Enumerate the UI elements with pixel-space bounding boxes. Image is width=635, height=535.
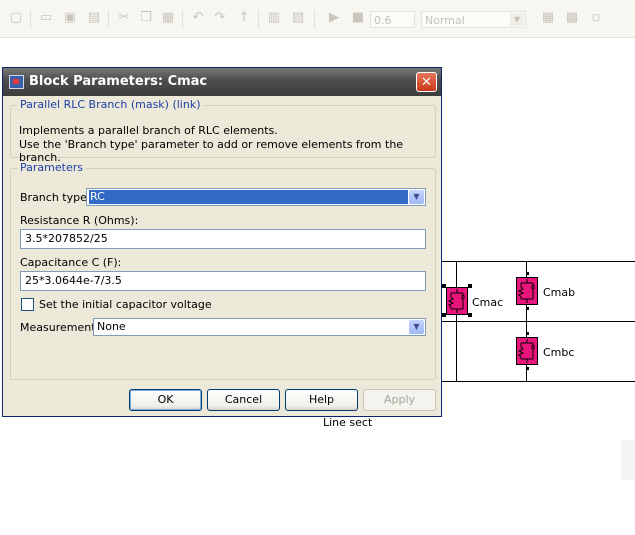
chevron-down-icon: ▼: [510, 13, 524, 26]
model-toolbar: ▢ ▭ ▣ ▤ ✂ ❐ ▦ ↶ ↷ ↑ ▥ ▧ ▶ ■ 0.6 Normal ▼ …: [0, 0, 635, 38]
initial-voltage-checkbox[interactable]: [21, 298, 34, 311]
close-icon: ✕: [421, 75, 432, 90]
capacitance-label: Capacitance C (F):: [20, 256, 122, 269]
block-parameters-dialog: Block Parameters: Cmac ✕ Parallel RLC Br…: [2, 67, 442, 417]
cut-icon[interactable]: ✂: [116, 11, 132, 25]
simulink-icon: [9, 75, 24, 89]
stop-icon[interactable]: ■: [350, 11, 366, 25]
selection-handle[interactable]: [468, 284, 472, 288]
stop-time-field[interactable]: 0.6: [370, 11, 415, 28]
branch-type-value: RC: [89, 190, 408, 204]
mask-legend[interactable]: Parallel RLC Branch (mask) (link): [17, 98, 204, 111]
build-icon[interactable]: ▦: [540, 11, 556, 25]
explorer-icon[interactable]: ▧: [290, 11, 306, 25]
block-label-cmab[interactable]: Cmab: [543, 286, 575, 299]
play-icon[interactable]: ▶: [326, 11, 342, 25]
dialog-titlebar[interactable]: Block Parameters: Cmac ✕: [3, 68, 441, 96]
vertical-wire-left: [456, 261, 457, 381]
capacitance-input[interactable]: 25*3.0644e-7/3.5: [20, 271, 426, 291]
chevron-down-icon[interactable]: ▼: [409, 320, 424, 334]
rlc-block-cmac[interactable]: [446, 287, 468, 315]
library-icon[interactable]: ▥: [266, 11, 282, 25]
resistance-input[interactable]: 3.5*207852/25: [20, 229, 426, 249]
update-icon[interactable]: ▩: [564, 11, 580, 25]
branch-type-label: Branch type:: [20, 191, 91, 204]
selection-handle[interactable]: [442, 284, 446, 288]
chevron-down-icon[interactable]: ▼: [409, 190, 424, 204]
open-icon[interactable]: ▭: [38, 11, 54, 25]
close-button[interactable]: ✕: [416, 72, 437, 92]
subsystem-label: Line sect: [323, 416, 373, 428]
rlc-block-cmab[interactable]: [516, 277, 538, 305]
dialog-title: Block Parameters: Cmac: [29, 74, 208, 89]
bus-wire-bottom: [440, 381, 635, 382]
initial-voltage-label[interactable]: Set the initial capacitor voltage: [39, 298, 212, 311]
parameters-group: Parameters Branch type: RC ▼ Resistance …: [10, 161, 436, 380]
save-icon[interactable]: ▣: [62, 11, 78, 25]
rlc-block-cmbc[interactable]: [516, 337, 538, 365]
paste-icon[interactable]: ▦: [160, 11, 176, 25]
bus-wire-top: [440, 261, 635, 262]
new-icon[interactable]: ▢: [8, 11, 24, 25]
block-label-cmac[interactable]: Cmac: [472, 296, 503, 309]
apply-button[interactable]: Apply: [363, 389, 436, 411]
parameters-legend: Parameters: [17, 161, 86, 174]
help-button[interactable]: Help: [285, 389, 358, 411]
bus-wire-middle: [440, 321, 635, 322]
branch-type-select[interactable]: RC ▼: [86, 188, 426, 206]
copy-icon[interactable]: ❐: [138, 11, 154, 25]
up-icon[interactable]: ↑: [236, 11, 252, 25]
measurements-select[interactable]: None ▼: [93, 318, 426, 336]
description-group: Parallel RLC Branch (mask) (link) Implem…: [10, 98, 436, 164]
measurements-value: None: [97, 320, 126, 333]
cancel-button[interactable]: Cancel: [207, 389, 280, 411]
redo-icon[interactable]: ↷: [212, 11, 228, 25]
scroll-edge: [621, 440, 635, 480]
print-icon[interactable]: ▤: [86, 11, 102, 25]
sim-mode-select[interactable]: Normal ▼: [421, 11, 526, 28]
block-label-cmbc[interactable]: Cmbc: [543, 346, 574, 359]
selection-handle[interactable]: [468, 313, 472, 317]
measurements-label: Measurements: [20, 321, 102, 334]
resistance-label: Resistance R (Ohms):: [20, 214, 139, 227]
selection-handle[interactable]: [442, 313, 446, 317]
undo-icon[interactable]: ↶: [190, 11, 206, 25]
description-line: Implements a parallel branch of RLC elem…: [19, 124, 278, 137]
debug-icon[interactable]: ▫: [588, 11, 604, 25]
ok-button[interactable]: OK: [129, 389, 202, 411]
